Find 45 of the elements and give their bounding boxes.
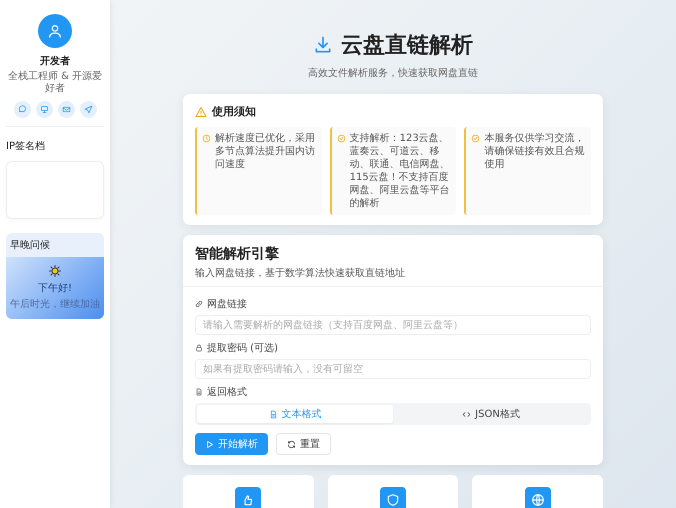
section-title: IP签名档 [6, 140, 46, 153]
check-circle-icon [336, 134, 346, 143]
social-button[interactable] [58, 101, 74, 118]
link-icon [195, 300, 203, 308]
input-field[interactable]: 如果有提取密码请输入，没有可留空 [195, 359, 591, 379]
greeting-headline: 下午好! [38, 282, 72, 295]
globe-icon [530, 493, 545, 507]
check-circle-icon [471, 134, 480, 143]
chat-bubble-icon [18, 105, 26, 114]
send-icon [84, 105, 92, 114]
sun-icon [49, 265, 61, 277]
profile-name: 开发者 [40, 54, 70, 68]
field-label: 返回格式 [207, 386, 247, 399]
monitor-icon [40, 105, 48, 114]
format-tab[interactable]: JSON格式 [393, 405, 589, 423]
notice-title: 使用须知 [212, 104, 256, 119]
profile-subtitle: 全栈工程师 & 开源爱好者 [6, 71, 104, 95]
social-button[interactable] [80, 101, 96, 118]
download-icon [313, 35, 333, 55]
reset-button[interactable]: 重置 [276, 433, 331, 455]
social-button[interactable] [14, 101, 30, 118]
page-title: 云盘直链解析 [341, 32, 473, 60]
shield-icon [386, 493, 400, 507]
document-icon [195, 388, 203, 396]
field-label: 网盘链接 [207, 298, 247, 311]
play-icon [205, 440, 214, 448]
greeting-message: 午后时光，继续加油 [10, 298, 100, 311]
notice-text: 支持解析：123云盘、蓝奏云、可道云、移动、联通、电信网盘、115云盘！不支持百度网盘、阿里云盘等平台的解析 [350, 132, 451, 210]
lock-icon [195, 344, 203, 352]
input-field[interactable]: 请输入需要解析的网盘链接（支持百度网盘、阿里云盘等） [195, 315, 591, 335]
code-icon [462, 410, 472, 418]
social-button[interactable] [36, 101, 52, 118]
page-subtitle: 高效文件解析服务，快速获取网盘直链 [308, 66, 478, 80]
field-label: 提取密码 (可选) [207, 342, 278, 355]
notice-text: 解析速度已优化，采用多节点算法提升国内访问速度 [215, 132, 316, 172]
document-icon [268, 410, 278, 418]
warning-icon [195, 106, 207, 118]
clock-icon [202, 134, 211, 143]
notice-text: 本服务仅供学习交流，请确保链接有效且合规使用 [484, 132, 586, 172]
parser-subtitle: 输入网盘链接，基于数学算法快速获取直链地址 [195, 266, 406, 280]
refresh-icon [287, 440, 296, 448]
parser-title: 智能解析引擎 [195, 245, 280, 263]
user-icon [47, 23, 63, 39]
greeting-header: 早晚问候 [9, 239, 51, 253]
mail-icon [62, 105, 70, 114]
